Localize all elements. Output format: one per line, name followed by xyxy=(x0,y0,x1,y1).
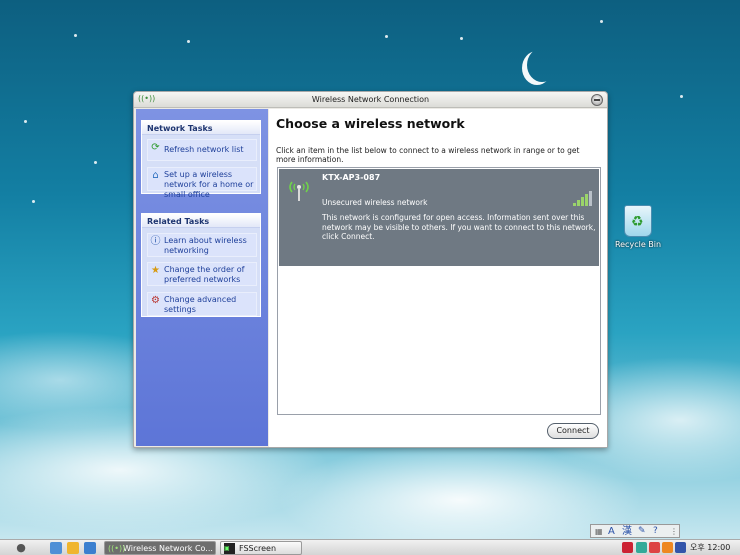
main-pane: Choose a wireless network Click an item … xyxy=(269,109,607,447)
network-security-status: Unsecured wireless network xyxy=(322,198,428,207)
taskbar-button-label: FSScreen xyxy=(239,544,277,553)
browser-icon[interactable] xyxy=(67,542,79,554)
ime-toolbar[interactable]: ▦ A 漢 ✎ ? ⋮ xyxy=(590,524,680,538)
recycle-bin-label: Recycle Bin xyxy=(614,240,662,249)
close-button[interactable] xyxy=(591,94,603,106)
taskbar-button-label: Wireless Network Co... xyxy=(123,544,213,553)
related-tasks-box: Related Tasks ⓘ Learn about wireless net… xyxy=(141,213,261,317)
star xyxy=(74,34,77,37)
star xyxy=(32,200,35,203)
language-flag-icon[interactable] xyxy=(622,542,633,553)
learn-wireless-link[interactable]: ⓘ Learn about wireless networking xyxy=(147,233,257,257)
star-icon: ★ xyxy=(151,265,160,276)
quick-launch-icon[interactable] xyxy=(84,542,96,554)
recycle-bin-icon xyxy=(624,205,652,237)
wireless-icon: ((•)) xyxy=(108,544,126,553)
star xyxy=(680,95,683,98)
page-title: Choose a wireless network xyxy=(276,116,465,131)
task-label: Refresh network list xyxy=(164,145,244,154)
network-tray-icon[interactable] xyxy=(636,542,647,553)
info-icon: ⓘ xyxy=(150,236,161,247)
ime-options-icon[interactable]: ⋮ xyxy=(670,525,678,538)
star xyxy=(94,161,97,164)
wireless-network-window: ((•)) Wireless Network Connection Networ… xyxy=(133,91,608,448)
taskbar-button-fsscreen[interactable]: ▣ FSScreen xyxy=(220,541,302,555)
window-title: Wireless Network Connection xyxy=(311,95,430,104)
setup-network-icon: ⌂ xyxy=(152,170,159,181)
task-label: Set up a wireless network for a home or … xyxy=(164,170,254,199)
recycle-bin-shortcut[interactable]: Recycle Bin xyxy=(612,205,664,249)
settings-icon: ⚙ xyxy=(151,295,160,306)
change-advanced-settings-link[interactable]: ⚙ Change advanced settings xyxy=(147,292,257,316)
network-name: KTX-AP3-087 xyxy=(322,173,381,182)
wireless-antenna-icon xyxy=(289,181,309,201)
taskbar-button-wireless[interactable]: ((•)) Wireless Network Co... xyxy=(104,541,216,555)
ime-pad-icon[interactable]: ✎ xyxy=(638,525,646,538)
start-menu-icon[interactable]: ● xyxy=(14,541,28,555)
terminal-icon: ▣ xyxy=(224,543,235,554)
window-titlebar[interactable]: ((•)) Wireless Network Connection xyxy=(134,92,607,108)
task-label: Change advanced settings xyxy=(164,295,237,314)
change-network-order-link[interactable]: ★ Change the order of preferred networks xyxy=(147,262,257,286)
setup-wireless-network-link[interactable]: ⌂ Set up a wireless network for a home o… xyxy=(147,167,257,199)
security-tray-icon[interactable] xyxy=(649,542,660,553)
network-tasks-box: Network Tasks ⟳ Refresh network list ⌂ S… xyxy=(141,120,261,199)
task-label: Change the order of preferred networks xyxy=(164,265,245,284)
moon xyxy=(527,48,557,82)
instructions-text: Click an item in the list below to conne… xyxy=(276,146,580,164)
show-desktop-icon[interactable] xyxy=(50,542,62,554)
network-tasks-header: Network Tasks xyxy=(142,121,260,135)
refresh-icon: ⟳ xyxy=(151,142,160,153)
star xyxy=(385,35,388,38)
system-clock[interactable]: 오후 12:00 xyxy=(690,542,730,553)
star xyxy=(460,37,463,40)
network-description: This network is configured for open acce… xyxy=(322,213,596,241)
ime-grip-icon: ▦ xyxy=(595,527,603,536)
volume-tray-icon[interactable] xyxy=(675,542,686,553)
star xyxy=(187,40,190,43)
related-tasks-header: Related Tasks xyxy=(142,214,260,228)
network-list-item[interactable]: KTX-AP3-087 Unsecured wireless network T… xyxy=(279,169,599,266)
taskbar: ● ((•)) Wireless Network Co... ▣ FSScree… xyxy=(0,539,740,555)
network-list[interactable]: KTX-AP3-087 Unsecured wireless network T… xyxy=(277,167,601,415)
task-pane: Network Tasks ⟳ Refresh network list ⌂ S… xyxy=(136,109,268,446)
refresh-network-list-link[interactable]: ⟳ Refresh network list xyxy=(147,139,257,161)
task-label: Learn about wireless networking xyxy=(164,236,247,255)
star xyxy=(600,20,603,23)
ime-help-icon[interactable]: ? xyxy=(653,525,658,538)
ime-hanja-button[interactable]: 漢 xyxy=(622,525,632,538)
signal-strength-icon xyxy=(573,190,595,206)
update-tray-icon[interactable] xyxy=(662,542,673,553)
connect-button[interactable]: Connect xyxy=(547,423,599,439)
star xyxy=(24,120,27,123)
ime-mode-a[interactable]: A xyxy=(608,525,615,538)
